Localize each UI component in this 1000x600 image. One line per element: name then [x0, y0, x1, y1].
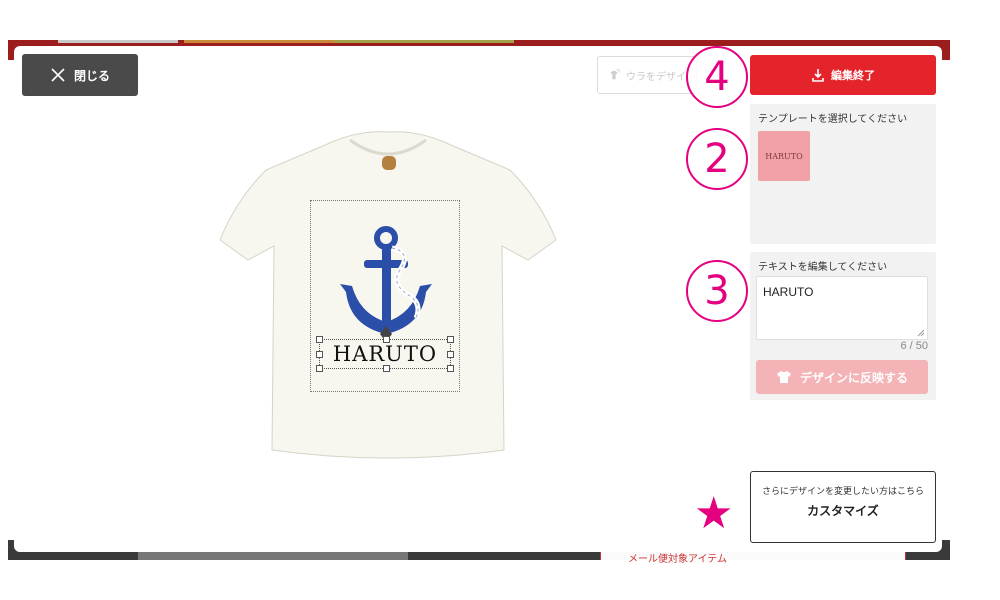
close-button-label: 閉じる	[73, 68, 110, 83]
customize-sub-label: さらにデザインを変更したい方はこちら	[761, 487, 924, 497]
tshirt-icon	[776, 371, 791, 383]
shirt-label	[382, 156, 396, 170]
download-icon	[812, 69, 824, 82]
char-counter: 6 / 50	[900, 340, 928, 352]
text-input[interactable]: HARUTO	[756, 276, 928, 340]
back-design-button[interactable]: ウラをデザイン	[597, 56, 697, 94]
template-thumbnail[interactable]: HARUTO	[758, 131, 810, 181]
template-thumbnail-text: HARUTO	[765, 151, 803, 161]
customize-main-label: カスタマイズ	[807, 504, 879, 518]
finish-editing-button[interactable]: 編集終了	[750, 55, 936, 95]
customize-button[interactable]: さらにデザインを変更したい方はこちら カスタマイズ	[750, 471, 936, 543]
resize-grip-icon[interactable]	[917, 329, 925, 337]
apply-design-label: デザインに反映する	[799, 370, 908, 385]
anchor-icon[interactable]	[340, 226, 434, 338]
background-strip	[184, 40, 334, 43]
template-panel-title: テンプレートを選択してください	[758, 114, 908, 125]
annotation-star-icon: ★	[694, 488, 734, 539]
text-panel-title: テキストを編集してください	[758, 262, 888, 273]
apply-design-button[interactable]: デザインに反映する	[756, 360, 928, 394]
close-button[interactable]: 閉じる	[22, 54, 138, 96]
annotation-step-4: 4	[686, 46, 748, 108]
background-mail-text: メール便対象アイテム	[628, 554, 727, 565]
text-edit-panel: テキストを編集してください HARUTO 6 / 50 デザインに反映する	[750, 252, 936, 400]
text-input-value: HARUTO	[763, 285, 814, 299]
shirt-flip-icon	[610, 69, 620, 80]
annotation-step-2: 2	[686, 128, 748, 190]
design-name-text: HARUTO	[332, 342, 438, 366]
finish-editing-label: 編集終了	[831, 69, 875, 82]
annotation-step-3: 3	[686, 260, 748, 322]
close-icon	[51, 68, 65, 82]
background-strip	[58, 40, 178, 43]
design-editor-modal: 閉じる ウラをデザイン 編集終了 HARUTO テンプレートを選択してください …	[14, 46, 942, 552]
template-panel: テンプレートを選択してください HARUTO	[750, 104, 936, 244]
background-strip	[334, 40, 514, 43]
